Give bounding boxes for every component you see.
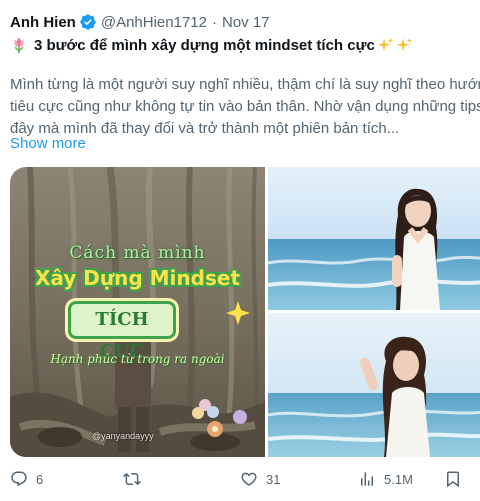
like-button[interactable]: 31 [240,466,280,492]
overlay-line-2: Xây Dựng Mindset [35,266,240,290]
author-name[interactable]: Anh Hien [10,14,76,31]
bookmark-icon [447,471,459,488]
separator-dot: · [211,13,217,31]
media-image-beach-2[interactable] [268,313,480,457]
retweet-icon [123,472,141,486]
beach-photo [268,313,480,457]
reply-button[interactable]: 6 [10,466,43,492]
sparkle-icon [396,37,413,51]
views-count: 5.1M [384,471,413,487]
beach-photo [268,167,480,310]
views-icon [361,472,373,486]
author-handle[interactable]: @AnhHien1712 [101,14,207,31]
tweet-date[interactable]: Nov 17 [222,14,270,31]
overlay-line-1: Cách mà mình [69,243,206,263]
tweet-body-line: Mình từng là một người suy nghĩ nhiều, t… [10,76,480,93]
show-more-link[interactable]: Show more [10,135,86,152]
tweet-media: Cách mà mình Xây Dựng Mindset TÍCH CỰC H… [10,167,480,457]
tweet-title-text: 3 bước để mình xây dựng một mindset tích… [34,36,375,54]
overlay-line-4: Hạnh phúc từ trong ra ngoài [50,352,225,366]
media-image-mindset[interactable]: Cách mà mình Xây Dựng Mindset TÍCH CỰC H… [10,167,265,457]
tweet-body-line: tiêu cực cũng như không tự tin vào bản t… [10,98,480,115]
overlay-badge: TÍCH CỰC [68,301,176,362]
sparkle-icon [377,37,394,51]
tweet-actions: 6 31 5.1M [0,466,480,492]
views-button[interactable]: 5.1M [358,466,413,492]
like-count: 31 [266,471,281,487]
media-image-beach-1[interactable] [268,167,480,310]
tulip-icon [14,37,24,54]
overlay-watermark: @yanyandayyy [92,431,154,441]
tweet-body: Mình từng là một người suy nghĩ nhiều, t… [10,74,480,140]
tweet-title: 3 bước để mình xây dựng một mindset tích… [10,36,413,54]
tweet-header: Anh Hien @AnhHien1712 · Nov 17 [10,12,270,32]
bookmark-button[interactable] [444,466,462,492]
like-icon [241,472,257,486]
retweet-button[interactable] [123,466,149,492]
reply-icon [11,471,27,487]
reply-count: 6 [36,471,44,487]
verified-badge-icon [80,14,96,30]
